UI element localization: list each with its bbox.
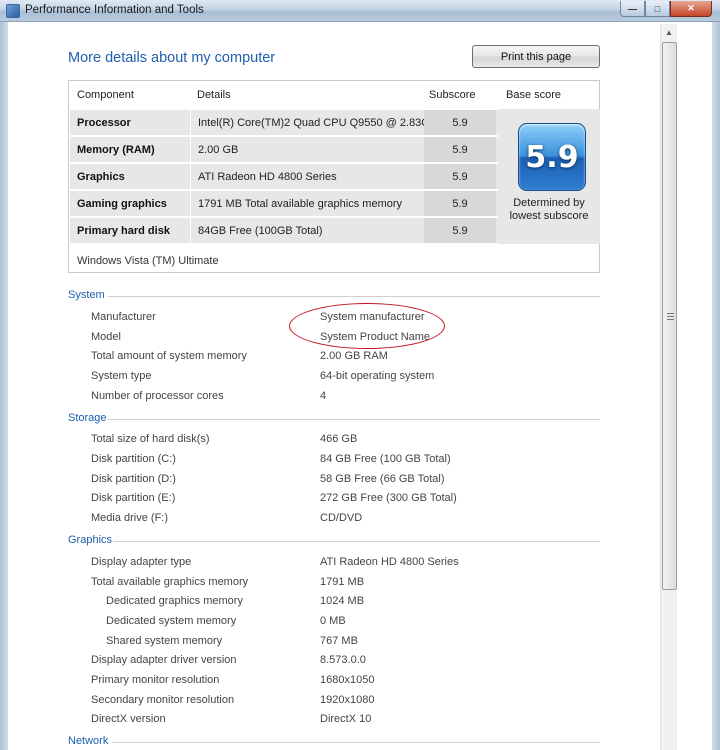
column-divider <box>190 137 191 162</box>
window-title: Performance Information and Tools <box>25 4 204 16</box>
spec-value: 466 GB <box>320 433 358 445</box>
spec-label: Display adapter driver version <box>91 654 237 666</box>
header-component: Component <box>77 89 134 101</box>
spec-label: Manufacturer <box>91 311 156 323</box>
component-name: Primary hard disk <box>77 225 170 237</box>
component-subscore: 5.9 <box>424 164 496 189</box>
spec-value: 767 MB <box>320 635 358 647</box>
scroll-thumb[interactable] <box>662 42 677 590</box>
spec-label: Secondary monitor resolution <box>91 694 235 706</box>
section-title-storage: Storage <box>68 412 107 424</box>
column-divider <box>190 164 191 189</box>
base-score-badge: 5.9 <box>518 123 586 191</box>
component-details: 2.00 GB <box>198 144 239 156</box>
spec-value: 1024 MB <box>320 595 365 607</box>
spec-label: Disk partition (D:) <box>91 473 176 485</box>
score-table: Component Details Subscore Base score Pr… <box>68 80 600 273</box>
base-score-panel: 5.9 Determined by lowest subscore <box>498 109 600 244</box>
component-subscore: 5.9 <box>424 137 496 162</box>
section-title-graphics: Graphics <box>68 534 113 546</box>
component-details: 84GB Free (100GB Total) <box>198 225 323 237</box>
spec-value: 64-bit operating system <box>320 370 435 382</box>
section-divider <box>113 541 600 542</box>
scroll-up-arrow-icon[interactable]: ▲ <box>661 24 677 40</box>
window-frame-right <box>712 22 720 750</box>
spec-label: Display adapter type <box>91 556 192 568</box>
base-score-caption: Determined by lowest subscore <box>498 197 600 223</box>
spec-label: Disk partition (E:) <box>91 492 176 504</box>
component-subscore: 5.9 <box>424 191 496 216</box>
spec-label: Media drive (F:) <box>91 512 169 524</box>
spec-label: Dedicated system memory <box>106 615 237 627</box>
component-details: ATI Radeon HD 4800 Series <box>198 171 337 183</box>
spec-label: Disk partition (C:) <box>91 453 176 465</box>
spec-value: 1680x1050 <box>320 674 375 686</box>
print-page-button[interactable]: Print this page <box>472 45 600 68</box>
spec-label: Total size of hard disk(s) <box>91 433 210 445</box>
page-title: More details about my computer <box>68 50 276 66</box>
spec-label: Shared system memory <box>106 635 223 647</box>
column-divider <box>190 191 191 216</box>
header-base-score: Base score <box>506 89 562 101</box>
component-name: Graphics <box>77 171 125 183</box>
section-divider <box>108 419 600 420</box>
component-subscore: 5.9 <box>424 110 496 135</box>
column-divider <box>190 110 191 135</box>
component-name: Gaming graphics <box>77 198 167 210</box>
spec-value: 272 GB Free (300 GB Total) <box>320 492 457 504</box>
title-bar: Performance Information and Tools — □ ✕ <box>0 0 720 22</box>
component-details: 1791 MB Total available graphics memory <box>198 198 403 210</box>
close-button[interactable]: ✕ <box>670 1 712 17</box>
component-name: Processor <box>77 117 131 129</box>
base-caption-line-2: lowest subscore <box>509 210 589 222</box>
spec-label: Number of processor cores <box>91 390 224 402</box>
annotation-ellipse <box>289 303 445 349</box>
spec-value: ATI Radeon HD 4800 Series <box>320 556 459 568</box>
spec-label: Dedicated graphics memory <box>106 595 243 607</box>
minimize-button[interactable]: — <box>620 1 645 17</box>
spec-value: 1791 MB <box>320 576 365 588</box>
spec-value: 4 <box>320 390 327 402</box>
spec-value: 8.573.0.0 <box>320 654 366 666</box>
section-title-system: System <box>68 289 105 301</box>
column-divider <box>190 218 191 243</box>
performance-app-icon <box>6 4 20 18</box>
spec-value: 1920x1080 <box>320 694 375 706</box>
section-divider <box>112 742 600 743</box>
spec-value: CD/DVD <box>320 512 363 524</box>
section-title-network: Network <box>68 735 109 747</box>
spec-value: 84 GB Free (100 GB Total) <box>320 453 451 465</box>
component-details: Intel(R) Core(TM)2 Quad CPU Q9550 @ 2.83… <box>198 117 444 129</box>
maximize-button[interactable]: □ <box>645 1 670 17</box>
spec-label: Total amount of system memory <box>91 350 247 362</box>
window-controls: — □ ✕ <box>620 1 712 17</box>
spec-value: 2.00 GB RAM <box>320 350 388 362</box>
os-edition: Windows Vista (TM) Ultimate <box>77 255 219 267</box>
spec-value: 0 MB <box>320 615 346 627</box>
scroll-grip-icon <box>667 313 674 320</box>
spec-label: Total available graphics memory <box>91 576 249 588</box>
component-subscore: 5.9 <box>424 218 496 243</box>
spec-value: DirectX 10 <box>320 713 372 725</box>
component-name: Memory (RAM) <box>77 144 155 156</box>
header-subscore: Subscore <box>429 89 476 101</box>
spec-label: DirectX version <box>91 713 166 725</box>
spec-label: Model <box>91 331 121 343</box>
header-details: Details <box>197 89 231 101</box>
spec-value: 58 GB Free (66 GB Total) <box>320 473 445 485</box>
vertical-scrollbar[interactable]: ▲ <box>660 24 677 750</box>
spec-label: System type <box>91 370 152 382</box>
base-caption-line-1: Determined by <box>513 197 585 209</box>
spec-label: Primary monitor resolution <box>91 674 220 686</box>
section-divider <box>108 296 600 297</box>
window-frame-left <box>0 22 8 750</box>
